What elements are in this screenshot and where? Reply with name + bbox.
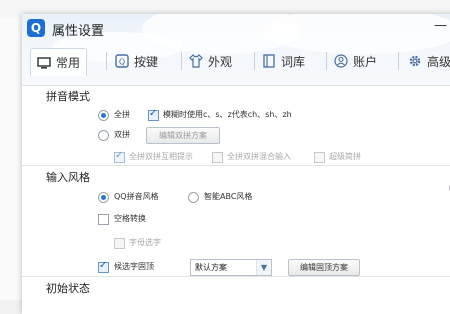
- shuangpin-radio[interactable]: [98, 130, 109, 141]
- tab-label: 常用: [56, 56, 81, 70]
- app-logo-icon: Q: [27, 19, 45, 37]
- pin-top-checkbox[interactable]: [98, 260, 109, 273]
- lavender-decoration: [440, 164, 450, 224]
- super-sp-label: 超级简拼: [329, 152, 361, 161]
- pin-top-label: 候选字固顶: [114, 262, 154, 271]
- qq-style-radio[interactable]: [98, 192, 109, 203]
- space-convert-label: 空格转换: [114, 214, 146, 223]
- abc-style-label: 智能ABC风格: [204, 192, 253, 201]
- edit-shuangpin-button[interactable]: 编辑双拼方案: [146, 127, 220, 144]
- fuzzy-label: 模糊时使用c、s、z代表ch、sh、zh: [163, 110, 292, 119]
- monitor-icon: [37, 56, 51, 70]
- book-icon: [262, 54, 276, 68]
- settings-window: Q 属性设置 — 常用 Q 按键 外观 词库 账户 高级 拼音模式 全拼 ✓ 模…: [22, 14, 450, 314]
- tab-appearance[interactable]: 外观: [189, 48, 232, 74]
- section-title-initial-state: 初始状态: [46, 282, 90, 295]
- tab-account[interactable]: 账户: [334, 48, 377, 74]
- sp-hint-checkbox[interactable]: [114, 150, 125, 163]
- tab-divider: [398, 52, 399, 70]
- svg-text:Q: Q: [119, 58, 125, 67]
- section-title-pinyin-mode: 拼音模式: [46, 90, 90, 103]
- gear-icon: [408, 54, 422, 68]
- tab-general[interactable]: 常用: [30, 48, 88, 76]
- quanpin-label: 全拼: [114, 110, 130, 119]
- user-icon: [334, 54, 348, 68]
- keyboard-q-icon: Q: [115, 54, 129, 68]
- space-convert-checkbox[interactable]: [98, 214, 109, 225]
- abc-style-radio[interactable]: [188, 192, 199, 203]
- divider: [22, 85, 450, 86]
- tab-divider: [106, 52, 107, 70]
- tab-label: 高级: [427, 54, 450, 69]
- tab-divider: [326, 52, 327, 70]
- tab-dictionary[interactable]: 词库: [262, 48, 305, 74]
- scheme-select-value: 默认方案: [195, 263, 227, 272]
- sp-mix-label: 全拼双拼混合输入: [227, 152, 291, 161]
- sp-hint-label: 全拼双拼互相提示: [129, 152, 193, 161]
- tab-label: 外观: [208, 54, 233, 69]
- tab-label: 词库: [281, 54, 306, 69]
- tab-label: 账户: [353, 54, 378, 69]
- fuzzy-checkbox[interactable]: [148, 108, 159, 121]
- tab-bar: 常用 Q 按键 外观 词库 账户 高级: [22, 48, 450, 76]
- divider: [22, 276, 450, 277]
- tab-keys[interactable]: Q 按键: [115, 48, 158, 74]
- quanpin-radio[interactable]: [98, 110, 109, 121]
- minimize-button[interactable]: —: [434, 18, 447, 33]
- tab-advanced[interactable]: 高级: [408, 48, 450, 74]
- super-sp-checkbox[interactable]: [314, 152, 325, 163]
- tab-label: 按键: [134, 54, 159, 69]
- window-title: 属性设置: [52, 24, 105, 39]
- sp-mix-checkbox[interactable]: [212, 152, 223, 163]
- qq-style-label: QQ拼音风格: [114, 192, 159, 201]
- section-title-input-style: 输入风格: [46, 171, 90, 184]
- tab-divider: [254, 52, 255, 70]
- letter-select-checkbox[interactable]: [114, 238, 125, 249]
- shirt-icon: [189, 54, 203, 68]
- divider: [22, 165, 450, 166]
- scheme-select[interactable]: 默认方案 ▼: [190, 259, 272, 276]
- shuangpin-label: 双拼: [114, 130, 130, 139]
- edit-pin-scheme-button[interactable]: 编辑固顶方案: [288, 259, 360, 276]
- chevron-down-icon: ▼: [256, 260, 271, 275]
- tab-divider: [181, 52, 182, 70]
- letter-select-label: 字母选字: [129, 238, 161, 247]
- background-window-edge: [0, 18, 22, 300]
